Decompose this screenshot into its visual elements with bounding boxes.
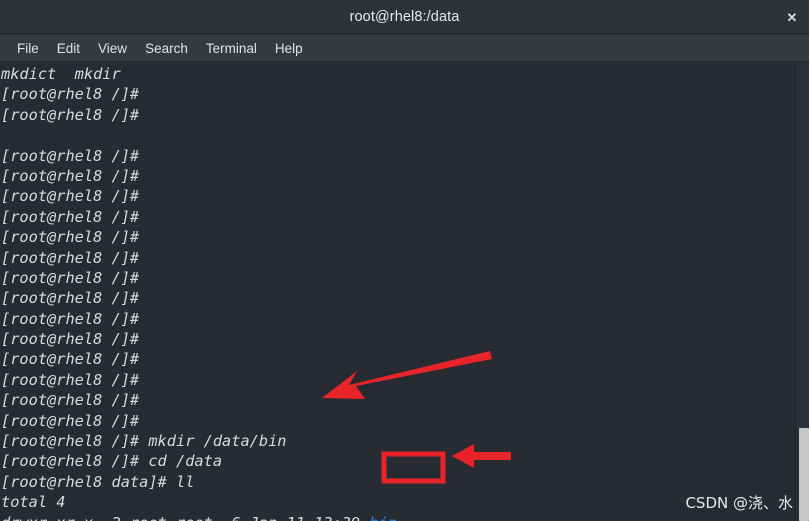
- terminal-line: [root@rhel8 /]# cd /data: [1, 452, 223, 471]
- terminal-window: root@rhel8:/data ✕ File Edit View Search…: [0, 0, 809, 521]
- menu-item-file[interactable]: File: [8, 39, 48, 58]
- terminal-line: [root@rhel8 /]#: [1, 166, 140, 185]
- terminal-line: [root@rhel8 /]#: [1, 85, 140, 104]
- terminal-line: [root@rhel8 /]#: [1, 411, 140, 430]
- menu-item-terminal[interactable]: Terminal: [197, 39, 266, 58]
- terminal-line: [root@rhel8 /]#: [1, 187, 140, 206]
- vertical-scrollbar-track[interactable]: [795, 62, 809, 521]
- terminal-line: [root@rhel8 /]#: [1, 228, 140, 247]
- terminal-line: [root@rhel8 /]#: [1, 207, 140, 226]
- terminal-line: [root@rhel8 /]#: [1, 146, 140, 165]
- terminal-line: [root@rhel8 /]#: [1, 391, 140, 410]
- terminal-line: [root@rhel8 /]#: [1, 350, 140, 369]
- menubar: File Edit View Search Terminal Help: [0, 35, 809, 62]
- window-title: root@rhel8:/data: [349, 9, 460, 25]
- terminal-line: [root@rhel8 /]#: [1, 330, 140, 349]
- terminal-line: drwxr-xr-x. 2 root root 6 Jan 11 13:39 b…: [0, 513, 795, 521]
- terminal-line: [root@rhel8 /]#: [1, 289, 140, 308]
- window-titlebar: root@rhel8:/data ✕: [0, 0, 809, 34]
- terminal-line: [root@rhel8 /]# mkdir /data/bin: [1, 432, 287, 451]
- terminal-line-list: mkdict mkdir [root@rhel8 /]# [root@rhel8 /…: [0, 64, 795, 521]
- terminal-line: [root@rhel8 /]#: [1, 309, 140, 328]
- menu-item-edit[interactable]: Edit: [48, 39, 89, 58]
- terminal-line: [root@rhel8 /]#: [1, 105, 140, 124]
- menu-item-view[interactable]: View: [89, 39, 136, 58]
- close-icon[interactable]: ✕: [781, 7, 803, 28]
- menu-item-help[interactable]: Help: [266, 39, 312, 58]
- terminal-line: [root@rhel8 data]# ll: [1, 472, 195, 491]
- vertical-scrollbar-thumb[interactable]: [799, 428, 809, 521]
- terminal-line: total 4: [1, 493, 66, 512]
- terminal-line: [root@rhel8 /]#: [1, 268, 140, 287]
- menu-item-search[interactable]: Search: [136, 39, 197, 58]
- terminal-output-area[interactable]: mkdict mkdir [root@rhel8 /]# [root@rhel8 /…: [0, 62, 795, 521]
- watermark-text: CSDN @浇、水: [685, 494, 793, 512]
- terminal-line: [root@rhel8 /]#: [1, 370, 140, 389]
- terminal-line: mkdict mkdir: [1, 65, 121, 83]
- directory-name: bin: [369, 514, 397, 521]
- terminal-line: [root@rhel8 /]#: [1, 248, 140, 267]
